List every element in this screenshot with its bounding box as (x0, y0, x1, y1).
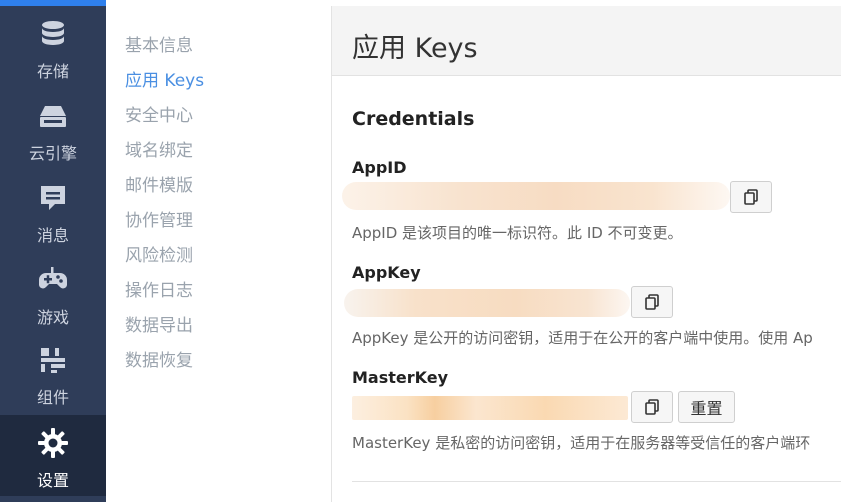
sidebar-item-label: 云引擎 (28, 144, 77, 163)
sidebar-bottom-strip (0, 496, 106, 502)
components-icon (37, 344, 69, 376)
sidebar-item-storage[interactable]: 存储 (0, 6, 106, 88)
copy-icon (744, 189, 758, 205)
section-divider (352, 481, 841, 482)
settings-subnav: 基本信息 应用 Keys 安全中心 域名绑定 邮件模版 协作管理 风险检测 操作… (106, 6, 331, 502)
subnav-item-email-templates[interactable]: 邮件模版 (125, 171, 193, 196)
copy-appid-button[interactable] (730, 181, 772, 213)
copy-appkey-button[interactable] (631, 286, 673, 318)
sidebar-item-games[interactable]: 游戏 (0, 252, 106, 334)
copy-masterkey-button[interactable] (631, 391, 673, 423)
gamepad-icon (37, 264, 69, 296)
sidebar-item-cloud-engine[interactable]: 云引擎 (0, 88, 106, 170)
sidebar-item-label: 组件 (36, 388, 69, 407)
sidebar-item-messages[interactable]: 消息 (0, 170, 106, 252)
page-header: 应用 Keys (332, 6, 841, 76)
server-icon (37, 100, 69, 132)
sidebar-item-label: 存储 (36, 62, 69, 81)
subnav-item-app-keys[interactable]: 应用 Keys (125, 66, 204, 91)
appid-label: AppID (352, 158, 407, 177)
subnav-item-data-export[interactable]: 数据导出 (125, 311, 193, 336)
masterkey-description: MasterKey 是私密的访问密钥，适用于在服务器等受信任的客户端环 (352, 434, 811, 452)
subnav-item-security[interactable]: 安全中心 (125, 101, 193, 126)
database-icon (37, 18, 69, 50)
subnav-item-data-restore[interactable]: 数据恢复 (125, 346, 193, 371)
copy-icon (645, 294, 659, 310)
copy-icon (645, 399, 659, 415)
reset-masterkey-button[interactable]: 重置 (678, 391, 735, 423)
message-icon (37, 182, 69, 214)
masterkey-label: MasterKey (352, 368, 449, 387)
sidebar-item-label: 设置 (36, 471, 69, 490)
main-sidebar: 存储 云引擎 消息 游戏 组件 设置 (0, 0, 106, 502)
appkey-label: AppKey (352, 263, 421, 282)
subnav-item-operation-log[interactable]: 操作日志 (125, 276, 193, 301)
appkey-value-redacted[interactable] (344, 289, 630, 317)
page-title: 应用 Keys (352, 33, 478, 64)
masterkey-value-redacted[interactable] (352, 396, 628, 420)
appid-description: AppID 是该项目的唯一标识符。此 ID 不可变更。 (352, 224, 683, 242)
subnav-item-domain-binding[interactable]: 域名绑定 (125, 136, 193, 161)
appid-value-redacted[interactable] (342, 182, 730, 210)
subnav-item-collaboration[interactable]: 协作管理 (125, 206, 193, 231)
gear-icon (37, 427, 69, 459)
main-content: 应用 Keys Credentials AppID AppID 是该项目的唯一标… (331, 6, 841, 502)
subnav-item-basic-info[interactable]: 基本信息 (125, 31, 193, 56)
sidebar-item-label: 游戏 (36, 308, 69, 327)
sidebar-item-label: 消息 (36, 226, 69, 245)
sidebar-item-settings[interactable]: 设置 (0, 415, 106, 497)
subnav-item-risk-detection[interactable]: 风险检测 (125, 241, 193, 266)
sidebar-item-components[interactable]: 组件 (0, 334, 106, 416)
section-title: Credentials (352, 108, 475, 130)
appkey-description: AppKey 是公开的访问密钥，适用于在公开的客户端中使用。使用 Ap (352, 329, 813, 347)
